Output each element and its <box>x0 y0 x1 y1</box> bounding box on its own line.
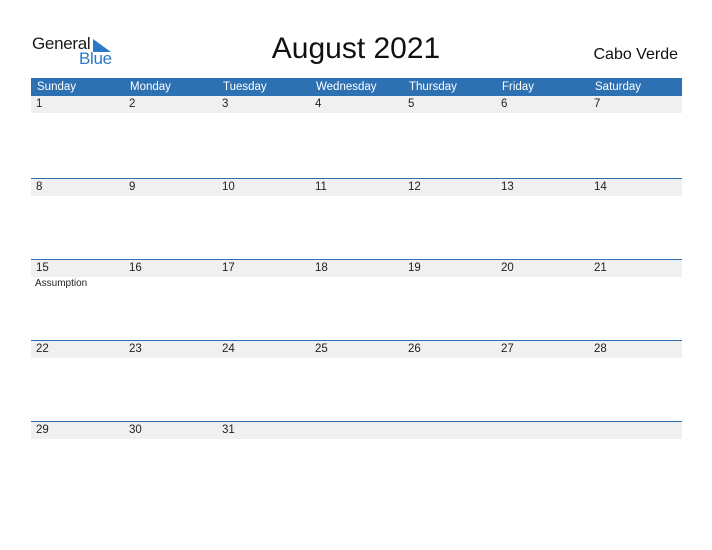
week-row: 22 23 24 25 26 27 28 <box>31 340 682 421</box>
date-strip: 22 23 24 25 26 27 28 <box>31 341 682 358</box>
holiday-label <box>496 277 589 289</box>
weekday-saturday: Saturday <box>595 81 642 93</box>
holiday-label <box>310 113 403 114</box>
day-number: 8 <box>36 181 43 193</box>
events-row <box>31 439 682 440</box>
holiday-label <box>589 113 682 114</box>
week-row: 15 16 17 18 19 20 21 Assumption <box>31 259 682 340</box>
weekday-monday: Monday <box>130 81 171 93</box>
day-number: 24 <box>222 343 235 355</box>
holiday-label <box>31 196 124 197</box>
day-number: 14 <box>594 181 607 193</box>
day-number: 2 <box>129 98 136 110</box>
weekday-header: Sunday Monday Tuesday Wednesday Thursday… <box>31 78 682 96</box>
day-number <box>403 422 496 439</box>
holiday-label <box>31 113 124 114</box>
holiday-label <box>496 113 589 114</box>
day-number: 29 <box>36 424 49 436</box>
holiday-label <box>496 196 589 197</box>
day-number: 30 <box>129 424 142 436</box>
weekday-wednesday: Wednesday <box>316 81 377 93</box>
weekday-sunday: Sunday <box>37 81 77 93</box>
day-number: 7 <box>594 98 601 110</box>
day-number: 22 <box>36 343 49 355</box>
day-number: 25 <box>315 343 328 355</box>
day-number: 15 <box>36 262 49 274</box>
day-number: 12 <box>408 181 421 193</box>
day-number: 5 <box>408 98 415 110</box>
events-row: Assumption <box>31 277 682 289</box>
weekday-friday: Friday <box>502 81 534 93</box>
week-row: 1 2 3 4 5 6 7 <box>31 96 682 178</box>
weekday-thursday: Thursday <box>409 81 457 93</box>
date-strip: 15 16 17 18 19 20 21 <box>31 260 682 277</box>
holiday-label <box>217 196 310 197</box>
holiday-label <box>589 358 682 359</box>
date-strip: 1 2 3 4 5 6 7 <box>31 96 682 113</box>
day-number: 6 <box>501 98 508 110</box>
day-number: 19 <box>408 262 421 274</box>
holiday-label <box>403 196 496 197</box>
week-row: 29 30 31 <box>31 421 682 502</box>
day-number: 18 <box>315 262 328 274</box>
day-number: 13 <box>501 181 514 193</box>
holiday-label <box>31 439 124 440</box>
holiday-label <box>403 113 496 114</box>
day-number: 23 <box>129 343 142 355</box>
day-number: 26 <box>408 343 421 355</box>
holiday-label <box>124 439 217 440</box>
day-number <box>496 422 589 439</box>
day-number <box>310 422 403 439</box>
holiday-label <box>310 277 403 289</box>
day-number: 17 <box>222 262 235 274</box>
day-number: 11 <box>315 181 327 193</box>
holiday-label <box>124 196 217 197</box>
holiday-label <box>403 439 496 440</box>
holiday-label <box>403 277 496 289</box>
day-number: 3 <box>222 98 229 110</box>
day-number <box>589 422 682 439</box>
holiday-label <box>589 439 682 440</box>
day-number: 16 <box>129 262 142 274</box>
day-number: 20 <box>501 262 514 274</box>
day-number: 9 <box>129 181 136 193</box>
holiday-label <box>217 113 310 114</box>
date-strip: 8 9 10 11 12 13 14 <box>31 179 682 196</box>
events-row <box>31 358 682 359</box>
day-number: 28 <box>594 343 607 355</box>
day-number: 21 <box>594 262 607 274</box>
holiday-label <box>403 358 496 359</box>
calendar-grid: Sunday Monday Tuesday Wednesday Thursday… <box>31 78 682 502</box>
day-number: 31 <box>222 424 235 436</box>
holiday-label <box>217 277 310 289</box>
holiday-label <box>496 358 589 359</box>
holiday-label <box>124 277 217 289</box>
holiday-label <box>124 358 217 359</box>
country-label: Cabo Verde <box>593 46 678 63</box>
holiday-label <box>589 196 682 197</box>
holiday-label <box>124 113 217 114</box>
holiday-label <box>217 439 310 440</box>
day-number: 10 <box>222 181 235 193</box>
holiday-label: Assumption <box>35 278 88 289</box>
weekday-tuesday: Tuesday <box>223 81 267 93</box>
holiday-label <box>31 358 124 359</box>
week-row: 8 9 10 11 12 13 14 <box>31 178 682 259</box>
holiday-label <box>496 439 589 440</box>
holiday-label <box>589 277 682 289</box>
day-number: 27 <box>501 343 514 355</box>
holiday-label <box>217 358 310 359</box>
day-number: 4 <box>315 98 322 110</box>
events-row <box>31 196 682 197</box>
holiday-label <box>310 439 403 440</box>
events-row <box>31 113 682 114</box>
holiday-label <box>310 196 403 197</box>
day-number: 1 <box>36 98 43 110</box>
holiday-label <box>310 358 403 359</box>
date-strip: 29 30 31 <box>31 422 682 439</box>
